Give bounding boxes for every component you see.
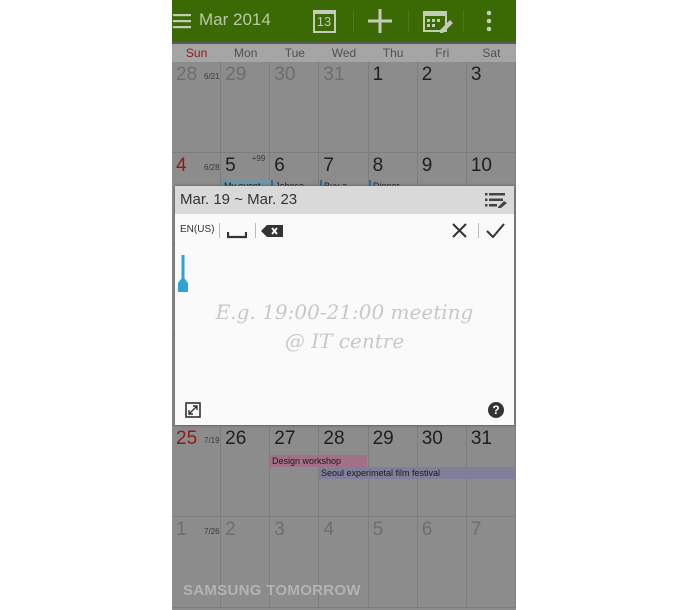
day-number: 31 [323,64,345,85]
day-number: 6 [274,155,285,176]
cursor-handle[interactable] [177,255,189,298]
backspace-icon[interactable] [261,224,283,242]
hint-line-1: E.g. 19:00-21:00 meeting [215,300,474,324]
calendar-edit-icon[interactable] [422,8,454,34]
help-icon[interactable]: ? [488,402,504,418]
weekday-sun: Sun [185,46,208,60]
day-number: 1 [176,519,187,540]
day-cell[interactable]: 3 [467,62,516,152]
day-cell[interactable]: 26 [221,426,271,516]
day-number: 29 [225,64,247,85]
day-number: 7 [470,519,482,540]
day-number: 26 [225,428,247,449]
language-button[interactable]: EN(US) [180,224,214,235]
day-number: 10 [470,155,492,176]
week-label: 6/28 [204,163,220,172]
today-button[interactable]: 13 [312,8,336,34]
phone-screen: Mar 2014 13 Sun Mon Tue Wed Thu Fri Sat 28 6/21… [172,0,516,610]
day-number: 28 [323,428,345,449]
day-cell[interactable]: 30 [270,62,320,152]
list-edit-icon[interactable] [485,192,507,213]
hint-line-2: @ IT centre [284,329,405,353]
handwriting-area[interactable]: E.g. 19:00-21:00 meeting @ IT centre ? [175,246,514,425]
weekday-mon: Mon [234,46,258,60]
weekday-header: Sun Mon Tue Wed Thu Fri Sat [172,42,516,62]
menu-icon[interactable] [172,8,192,34]
today-icon: 13 [312,9,336,33]
day-cell[interactable]: 25 7/19 [172,426,222,516]
input-hint: E.g. 19:00-21:00 meeting @ IT centre [175,298,514,356]
more-icon[interactable] [484,8,494,34]
day-number: 5 [225,155,236,176]
more-events-count[interactable]: +99 [252,154,266,163]
day-cell[interactable]: 29 [221,62,271,152]
day-number: 3 [274,519,285,540]
add-icon[interactable] [367,8,393,34]
day-cell[interactable]: 5 [369,517,418,607]
day-number: 8 [372,155,384,176]
weekday-sat: Sat [482,46,501,60]
day-number: 2 [421,64,433,85]
day-number: 28 [176,64,198,85]
close-icon[interactable] [452,223,467,243]
event-design-workshop[interactable]: Design workshop [270,455,367,467]
day-number: 6 [421,519,433,540]
day-cell[interactable]: 1 [369,62,418,152]
day-number: 7 [323,155,334,176]
day-cell[interactable]: 6 [418,517,467,607]
date-range-title: Mar. 19 ~ Mar. 23 [180,191,298,208]
day-number: 3 [470,64,482,85]
day-number: 9 [421,155,433,176]
confirm-check-icon[interactable] [486,223,505,243]
day-number: 2 [225,519,236,540]
day-cell[interactable]: 7 [467,517,516,607]
quick-add-dialog: Mar. 19 ~ Mar. 23 EN(US) E.g. 19:00-21:0… [175,186,514,425]
day-cell[interactable]: 27 [270,426,320,516]
weekday-wed: Wed [331,46,357,60]
dialog-header: Mar. 19 ~ Mar. 23 [175,186,514,214]
day-cell[interactable]: 31 [319,62,369,152]
month-title[interactable]: Mar 2014 [199,10,271,30]
week-row: 28 6/21 29 30 31 1 2 3 [172,62,516,153]
day-number: 31 [470,428,492,449]
day-number: 25 [176,428,198,449]
weekday-thu: Thu [382,46,404,60]
weekday-tue: Tue [284,46,305,60]
day-number: 30 [274,64,296,85]
space-icon[interactable] [226,226,248,244]
day-number: 1 [372,64,384,85]
day-number: 29 [372,428,394,449]
handwriting-toolbar: EN(US) [175,214,514,246]
weekday-fri: Fri [435,46,450,60]
expand-icon[interactable] [185,402,201,423]
week-label: 6/21 [204,72,220,81]
week-label: 7/19 [204,436,220,445]
watermark: SAMSUNG TOMORROW [183,582,361,599]
day-cell[interactable]: 28 6/21 [172,62,222,152]
day-number: 30 [421,428,443,449]
day-number: 27 [274,428,296,449]
day-cell[interactable]: 2 [418,62,467,152]
top-app-bar: Mar 2014 13 [172,0,516,42]
week-label: 7/26 [204,527,220,536]
day-number: 4 [323,519,334,540]
event-film-festival[interactable]: Seoul experimetal film festival [319,467,516,479]
day-number: 4 [176,155,187,176]
day-number: 5 [372,519,384,540]
